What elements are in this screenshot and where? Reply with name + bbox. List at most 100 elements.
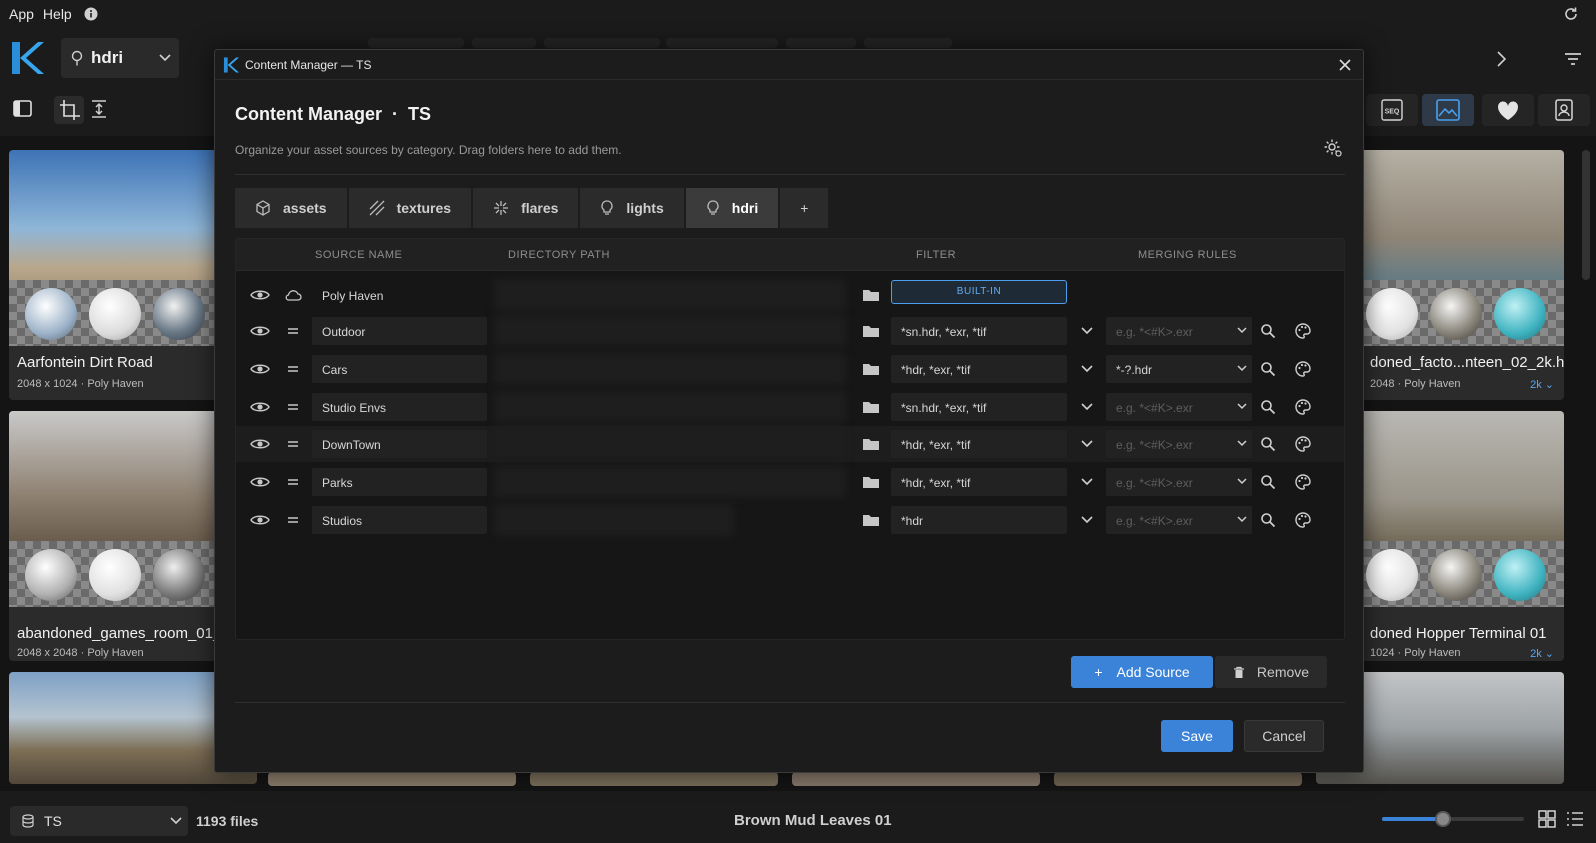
merging-rule-field[interactable]: e.g. *<#K>.exr: [1106, 506, 1252, 534]
filter-field[interactable]: *hdr, *exr, *tif: [891, 430, 1067, 458]
folder-icon[interactable]: [862, 512, 880, 528]
directory-path-field[interactable]: [494, 391, 846, 423]
asset-card[interactable]: [1054, 772, 1302, 786]
palette-icon[interactable]: [1294, 511, 1312, 529]
chevron-down-icon[interactable]: [1080, 323, 1094, 337]
chevron-down-icon[interactable]: [1236, 400, 1248, 412]
toolbar-tab-placeholder[interactable]: [786, 38, 856, 48]
palette-icon[interactable]: [1294, 435, 1312, 453]
toolbar-tab-placeholder[interactable]: [544, 38, 660, 48]
chevron-right-icon[interactable]: [1488, 46, 1514, 72]
chevron-down-icon[interactable]: [1236, 324, 1248, 336]
zoom-slider-handle[interactable]: [1435, 811, 1451, 827]
drag-handle-icon[interactable]: [286, 362, 300, 376]
tab-textures[interactable]: textures: [348, 188, 472, 228]
source-name-field[interactable]: Parks: [312, 468, 487, 496]
details-button[interactable]: [1538, 94, 1590, 126]
remove-button[interactable]: Remove: [1215, 656, 1327, 688]
image-view-button[interactable]: [1422, 94, 1474, 126]
drag-handle-icon[interactable]: [286, 475, 300, 489]
table-row[interactable]: Outdoor *sn.hdr, *exr, *tif e.g. *<#K>.e…: [236, 313, 1344, 349]
save-button[interactable]: Save: [1161, 720, 1233, 752]
source-name-field[interactable]: Cars: [312, 355, 487, 383]
drag-handle-icon[interactable]: [286, 324, 300, 338]
palette-icon[interactable]: [1294, 360, 1312, 378]
eye-icon[interactable]: [250, 322, 270, 340]
palette-icon[interactable]: [1294, 473, 1312, 491]
drag-handle-icon[interactable]: [286, 437, 300, 451]
toolbar-tab-placeholder[interactable]: [472, 38, 536, 48]
search-icon[interactable]: [1260, 474, 1276, 490]
merging-rule-field[interactable]: e.g. *<#K>.exr: [1106, 468, 1252, 496]
merging-rule-field[interactable]: e.g. *<#K>.exr: [1106, 430, 1252, 458]
asset-card[interactable]: [792, 772, 1040, 786]
eye-icon[interactable]: [250, 360, 270, 378]
crop-button[interactable]: [54, 96, 84, 124]
folder-icon[interactable]: [862, 399, 880, 415]
palette-icon[interactable]: [1294, 322, 1312, 340]
favorites-button[interactable]: [1482, 94, 1534, 126]
source-name-field[interactable]: DownTown: [312, 430, 487, 458]
filter-field[interactable]: *hdr, *exr, *tif: [891, 355, 1067, 383]
menu-app[interactable]: App: [9, 6, 34, 22]
grid-view-icon[interactable]: [1538, 810, 1556, 828]
filter-icon[interactable]: [1560, 46, 1586, 72]
scrollbar[interactable]: [1582, 150, 1590, 280]
palette-icon[interactable]: [1294, 398, 1312, 416]
directory-path-field[interactable]: [494, 315, 846, 347]
tab-flares[interactable]: flares: [473, 188, 579, 228]
tab-lights[interactable]: lights: [580, 188, 684, 228]
filter-field[interactable]: *hdr, *exr, *tif: [891, 468, 1067, 496]
chevron-down-icon[interactable]: [1236, 475, 1248, 487]
eye-icon[interactable]: [250, 511, 270, 529]
list-view-icon[interactable]: [1566, 810, 1584, 828]
table-row[interactable]: DownTown *hdr, *exr, *tif e.g. *<#K>.exr: [236, 426, 1344, 462]
sequence-button[interactable]: SEQ: [1366, 94, 1418, 126]
eye-icon[interactable]: [250, 435, 270, 453]
resolution-select[interactable]: 2k ⌄: [1530, 378, 1554, 391]
search-icon[interactable]: [1260, 361, 1276, 377]
tab-hdri[interactable]: hdri: [685, 188, 779, 228]
directory-path-field[interactable]: [494, 279, 846, 311]
chevron-down-icon[interactable]: [1236, 437, 1248, 449]
asset-card[interactable]: [530, 772, 778, 786]
filter-field[interactable]: *sn.hdr, *exr, *tif: [891, 317, 1067, 345]
source-name-field[interactable]: Studios: [312, 506, 487, 534]
table-row[interactable]: Poly Haven BUILT-IN: [236, 277, 1344, 313]
source-name-field[interactable]: Outdoor: [312, 317, 487, 345]
sidebar-toggle-icon[interactable]: [12, 98, 38, 124]
close-icon[interactable]: [1335, 55, 1355, 75]
filter-field[interactable]: *hdr: [891, 506, 1067, 534]
refresh-icon[interactable]: [1563, 6, 1579, 22]
folder-icon[interactable]: [862, 323, 880, 339]
directory-path-field[interactable]: [494, 353, 846, 385]
table-row[interactable]: Studios *hdr e.g. *<#K>.exr: [236, 502, 1344, 538]
resolution-select[interactable]: 2k ⌄: [1530, 647, 1554, 660]
category-select[interactable]: hdri: [61, 38, 179, 78]
info-icon[interactable]: [84, 7, 98, 21]
chevron-down-icon[interactable]: [1236, 362, 1248, 374]
chevron-down-icon[interactable]: [1080, 512, 1094, 526]
toolbar-tab-placeholder[interactable]: [666, 38, 778, 48]
folder-icon[interactable]: [862, 436, 880, 452]
eye-icon[interactable]: [250, 473, 270, 491]
eye-icon[interactable]: [250, 398, 270, 416]
directory-path-field[interactable]: [494, 466, 846, 498]
search-icon[interactable]: [1260, 323, 1276, 339]
drag-handle-icon[interactable]: [286, 400, 300, 414]
menu-help[interactable]: Help: [43, 6, 72, 22]
filter-field[interactable]: *sn.hdr, *exr, *tif: [891, 393, 1067, 421]
directory-path-field[interactable]: [494, 428, 846, 460]
source-name-field[interactable]: Studio Envs: [312, 393, 487, 421]
search-icon[interactable]: [1260, 512, 1276, 528]
search-icon[interactable]: [1260, 436, 1276, 452]
align-vertical-icon[interactable]: [88, 98, 114, 124]
drag-handle-icon[interactable]: [286, 513, 300, 527]
chevron-down-icon[interactable]: [1080, 361, 1094, 375]
merging-rule-field[interactable]: e.g. *<#K>.exr: [1106, 393, 1252, 421]
add-source-button[interactable]: + Add Source: [1071, 656, 1213, 688]
folder-icon[interactable]: [862, 474, 880, 490]
asset-card[interactable]: [268, 772, 516, 786]
directory-path-field[interactable]: [494, 504, 734, 536]
table-row[interactable]: Studio Envs *sn.hdr, *exr, *tif e.g. *<#…: [236, 389, 1344, 425]
